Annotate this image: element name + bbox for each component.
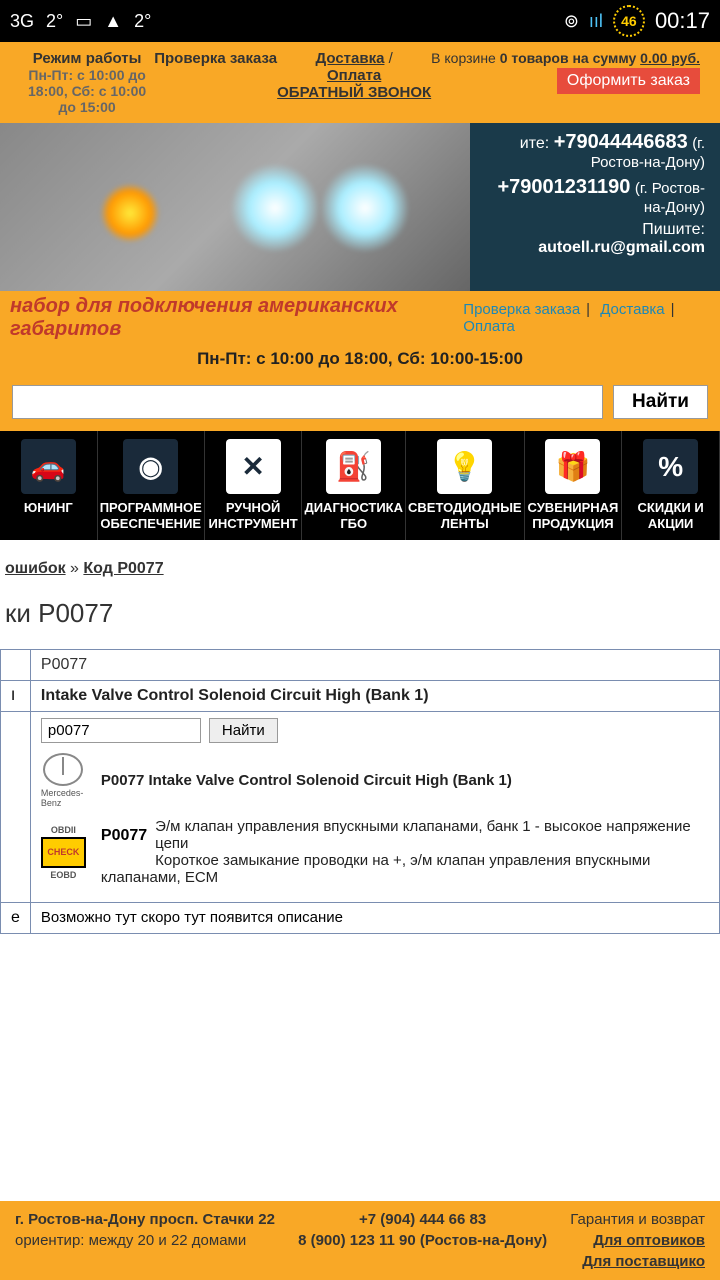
percent-icon: % [643, 439, 698, 494]
email-link[interactable]: autoell.ru@gmail.com [538, 239, 705, 256]
mini-search-input[interactable] [41, 718, 201, 743]
payment-link[interactable]: Оплата [327, 67, 381, 84]
cart-sum: 0.00 руб. [640, 50, 700, 66]
gift-icon: 🎁 [545, 439, 600, 494]
gallery-icon: ▭ [75, 11, 92, 32]
obd-code: P0077 [101, 818, 147, 853]
delivery-link[interactable]: Доставка [316, 50, 385, 67]
breadcrumb-code[interactable]: Код P0077 [83, 560, 163, 577]
search-bar: Найти [0, 373, 720, 431]
cat-sale[interactable]: %СКИДКИ И АКЦИИ [622, 431, 720, 540]
cat-tuning[interactable]: 🚗ЮНИНГ [0, 431, 98, 540]
cat-tools[interactable]: ✕РУЧНОЙ ИНСТРУМЕНТ [205, 431, 303, 540]
callback-link[interactable]: ОБРАТНЫЙ ЗВОНОК [277, 84, 431, 101]
detail-cell: Найти Mercedes-Benz P0077 Intake Valve C… [30, 712, 719, 903]
hero-banner: ите: +79044446683 (г. Ростов-на-Дону) +7… [0, 123, 720, 291]
footer-addr1: г. Ростов-на-Дону просп. Стачки 22 [15, 1211, 275, 1228]
code-cell: P0077 [30, 650, 719, 681]
gbo-icon: ⛽ [326, 439, 381, 494]
strip-payment[interactable]: Оплата [463, 318, 515, 335]
category-nav: 🚗ЮНИНГ ◉ПРОГРАММНОЕ ОБЕСПЕЧЕНИЕ ✕РУЧНОЙ … [0, 431, 720, 540]
work-hours: Пн-Пт: с 10:00 до 18:00, Сб: с 10:00 до … [20, 67, 154, 115]
signal-icon: ııl [589, 11, 603, 32]
work-mode-title: Режим работы [20, 50, 154, 67]
led-icon: 💡 [437, 439, 492, 494]
mercedes-icon: Mercedes-Benz [41, 753, 86, 808]
cart-prefix: В корзине [431, 50, 496, 66]
hero-car-image [0, 123, 470, 291]
cat-software[interactable]: ◉ПРОГРАММНОЕ ОБЕСПЕЧЕНИЕ [98, 431, 205, 540]
footer-addr2: ориентир: между 20 и 22 домами [15, 1232, 246, 1249]
search-input[interactable] [12, 385, 603, 419]
footer-wholesale[interactable]: Для оптовиков [570, 1230, 705, 1251]
breadcrumb: ошибок » Код P0077 [0, 560, 720, 578]
tools-icon: ✕ [226, 439, 281, 494]
obd-line1: Э/м клапан управления впускными клапанам… [101, 818, 709, 852]
car-icon: 🚗 [21, 439, 76, 494]
footer-phone2[interactable]: 8 (900) 123 11 90 (Ростов-на-Дону) [298, 1232, 547, 1249]
footer-suppliers[interactable]: Для поставщико [570, 1251, 705, 1272]
clock: 00:17 [655, 8, 710, 34]
cat-gbo[interactable]: ⛽ДИАГНОСТИКА ГБО [302, 431, 406, 540]
desc-en-cell: Intake Valve Control Solenoid Circuit Hi… [30, 681, 719, 712]
app-icon: ▲ [104, 11, 122, 32]
disc-icon: ◉ [123, 439, 178, 494]
footer-warranty[interactable]: Гарантия и возврат [570, 1211, 705, 1228]
temp-1: 2° [46, 11, 63, 32]
phone-2[interactable]: +79001231190 [497, 176, 630, 198]
temp-2: 2° [134, 11, 151, 32]
note-cell: Возможно тут скоро тут появится описание [30, 903, 719, 934]
hero-contacts: ите: +79044446683 (г. Ростов-на-Дону) +7… [470, 123, 720, 291]
hours-banner: Пн-Пт: с 10:00 до 18:00, Сб: 10:00-15:00 [0, 345, 720, 373]
order-button[interactable]: Оформить заказ [557, 68, 700, 94]
strip-delivery[interactable]: Доставка [600, 301, 664, 318]
footer: г. Ростов-на-Дону просп. Стачки 22 ориен… [0, 1201, 720, 1280]
network-indicator: 3G [10, 11, 34, 32]
android-status-bar: 3G 2° ▭ ▲ 2° ⊚ ııl 46 00:17 [0, 0, 720, 42]
promo-text: набор для подключения американских габар… [10, 295, 457, 341]
error-code-table: P0077 וIntake Valve Control Solenoid Cir… [0, 649, 720, 934]
mercedes-desc: P0077 Intake Valve Control Solenoid Circ… [101, 772, 709, 789]
search-button[interactable]: Найти [613, 385, 708, 419]
cat-souvenir[interactable]: 🎁СУВЕНИРНАЯ ПРОДУКЦИЯ [525, 431, 623, 540]
order-check-link[interactable]: Проверка заказа [154, 50, 277, 115]
phone-1[interactable]: +79044446683 [554, 131, 688, 153]
promo-strip: набор для подключения американских габар… [0, 291, 720, 345]
footer-phone1[interactable]: +7 (904) 444 66 83 [359, 1211, 486, 1228]
cat-led[interactable]: 💡СВЕТОДИОДНЫЕ ЛЕНТЫ [406, 431, 525, 540]
breadcrumb-errors[interactable]: ошибок [5, 560, 66, 577]
battery-indicator: 46 [613, 5, 645, 37]
mini-search-button[interactable]: Найти [209, 718, 278, 743]
wifi-icon: ⊚ [564, 11, 579, 32]
obd-line2: Короткое замыкание проводки на +, э/м кл… [101, 852, 709, 886]
main-content: ошибок » Код P0077 ки P0077 P0077 וIntak… [0, 540, 720, 934]
strip-check[interactable]: Проверка заказа [463, 301, 580, 318]
cart-items: 0 товаров на сумму [500, 50, 637, 66]
page-title: ки P0077 [0, 598, 720, 629]
top-info-bar: Режим работы Пн-Пт: с 10:00 до 18:00, Сб… [0, 42, 720, 123]
obd-icon: OBDII CHECK EOBD [41, 825, 86, 880]
